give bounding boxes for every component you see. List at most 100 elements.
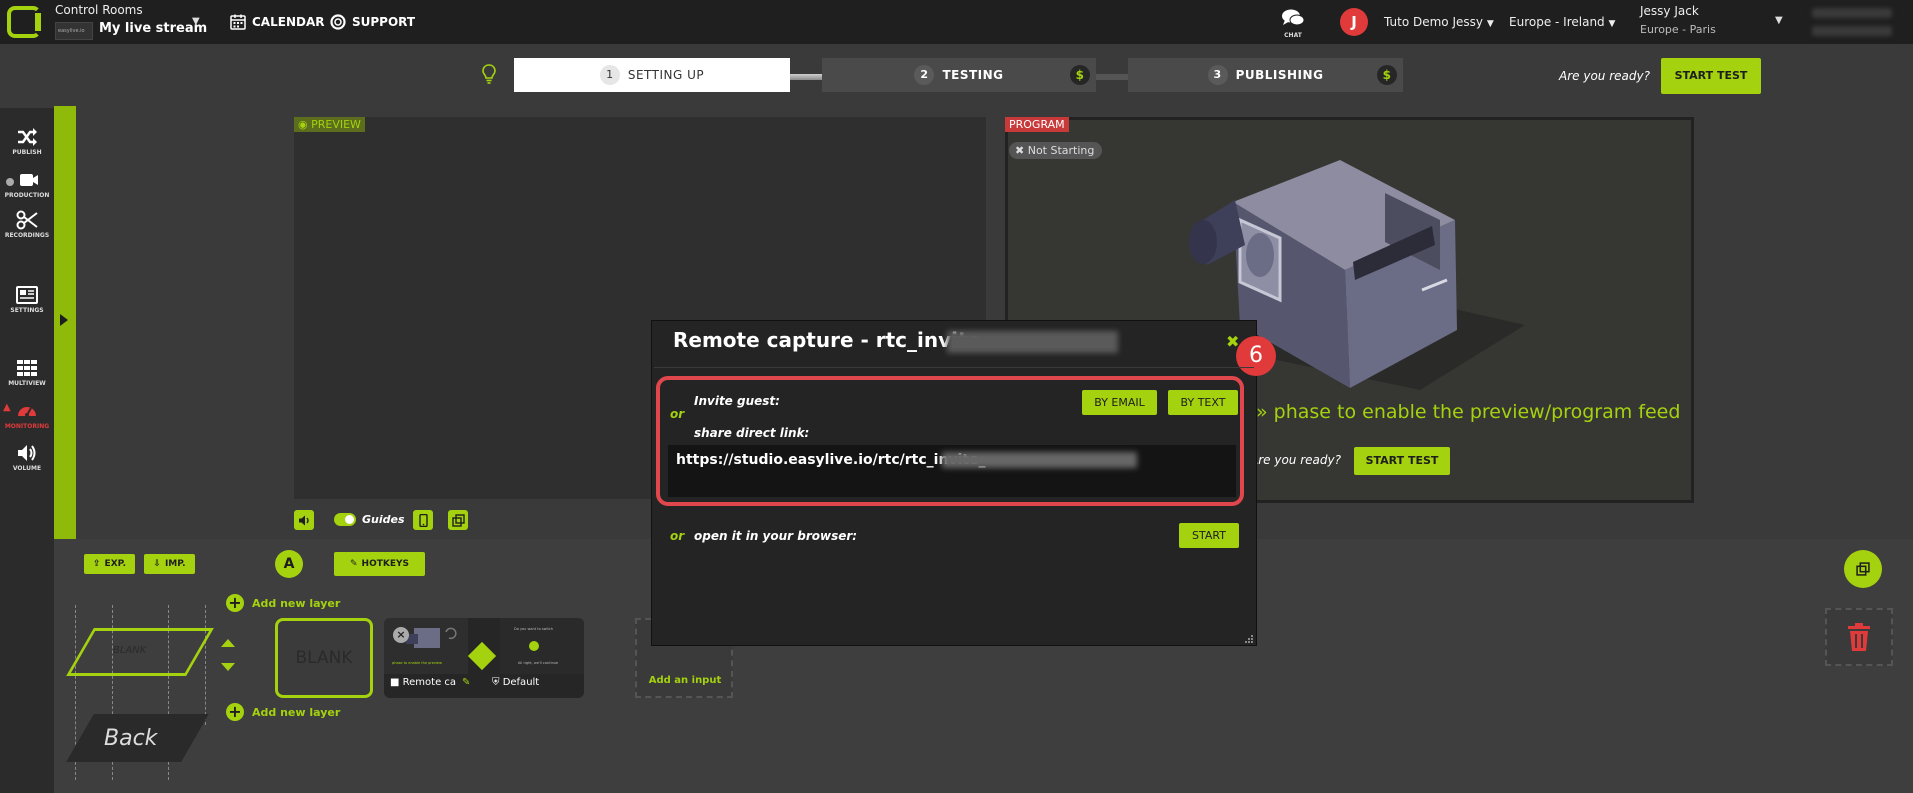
- chevron-right-icon[interactable]: [60, 314, 68, 326]
- hotkeys-button[interactable]: ✎ HOTKEYS: [334, 552, 425, 576]
- scissors-icon: [16, 210, 38, 230]
- chat-button[interactable]: CHAT: [1279, 8, 1307, 39]
- user-name[interactable]: Jessy Jack: [1640, 4, 1699, 18]
- newspaper-icon: [16, 286, 38, 304]
- layer-a-button[interactable]: A: [275, 550, 303, 578]
- popout-button[interactable]: [448, 510, 468, 530]
- dollar-icon: $: [1070, 65, 1090, 85]
- add-input-label: Add an input: [648, 675, 722, 686]
- account-selector[interactable]: Tuto Demo Jessy ▼: [1384, 15, 1494, 29]
- step-number: 2: [914, 65, 935, 85]
- invite-by-text-button[interactable]: BY TEXT: [1168, 390, 1238, 415]
- control-rooms-label: Control Rooms: [55, 3, 143, 17]
- program-start-test-button[interactable]: START TEST: [1354, 447, 1450, 475]
- modal-divider: [654, 367, 1254, 368]
- step-number: 3: [1207, 65, 1228, 85]
- start-in-browser-button[interactable]: START: [1179, 523, 1239, 548]
- mobile-view-button[interactable]: [413, 510, 433, 530]
- active-dot: [6, 178, 14, 186]
- direct-link-text[interactable]: https://studio.easylive.io/rtc/rtc_invit…: [676, 452, 986, 468]
- sidebar-item-label: PUBLISH: [12, 149, 42, 156]
- or-label: or: [670, 529, 685, 543]
- program-tag: PROGRAM: [1005, 117, 1069, 132]
- video-camera-icon: [20, 174, 38, 186]
- program-status-badge: ✖ Not Starting: [1009, 142, 1103, 159]
- speaker-icon: [18, 445, 36, 461]
- sidebar-item-publish[interactable]: PUBLISH: [0, 126, 54, 156]
- redacted-title: [947, 331, 1118, 353]
- stream-thumbnail: easylive.io: [55, 22, 93, 40]
- import-button[interactable]: ⇩ IMP.: [144, 554, 195, 574]
- chevron-down-icon[interactable]: ▼: [1775, 15, 1783, 26]
- guides-label: Guides: [362, 513, 405, 526]
- chat-icon: [1282, 9, 1305, 26]
- sidebar-item-label: RECORDINGS: [4, 232, 50, 239]
- audio-button[interactable]: [294, 510, 314, 530]
- account-label: Tuto Demo Jessy: [1384, 15, 1483, 29]
- svg-text:phase to enable the preview: phase to enable the preview: [392, 661, 442, 665]
- redacted-info: [1812, 8, 1892, 18]
- sidebar-item-label: PRODUCTION: [4, 192, 50, 199]
- move-layer-down-icon[interactable]: [221, 663, 235, 671]
- blank-source-card[interactable]: BLANK: [275, 618, 373, 698]
- pencil-icon: ✎: [350, 559, 358, 569]
- sidebar-item-monitoring[interactable]: ▲ MONITORING: [0, 400, 54, 430]
- step-publishing[interactable]: 3 PUBLISHING $: [1128, 58, 1403, 92]
- sidebar-item-recordings[interactable]: RECORDINGS: [0, 209, 54, 239]
- step-testing[interactable]: 2 TESTING $: [822, 58, 1096, 92]
- support-link[interactable]: SUPPORT: [330, 14, 415, 30]
- app-logo[interactable]: [7, 6, 41, 38]
- add-layer-top-button[interactable]: + Add new layer: [226, 594, 340, 612]
- calendar-link[interactable]: CALENDAR: [230, 14, 324, 30]
- program-status-label: Not Starting: [1027, 144, 1095, 157]
- trash-icon: [1848, 623, 1870, 651]
- popout-layers-button[interactable]: [1844, 550, 1882, 588]
- warning-icon: ▲: [3, 402, 11, 413]
- sidebar-item-volume[interactable]: VOLUME: [0, 442, 54, 472]
- avatar[interactable]: J: [1340, 8, 1368, 36]
- step-setting-up[interactable]: 1 SETTING UP: [514, 58, 790, 92]
- preview-label: PREVIEW: [311, 118, 361, 131]
- calendar-icon: [230, 14, 246, 30]
- sidebar-item-multiview[interactable]: MULTIVIEW: [0, 357, 54, 387]
- step-connector: [1096, 74, 1128, 80]
- region-selector[interactable]: Europe - Ireland ▼: [1509, 15, 1615, 29]
- export-label: EXP.: [104, 559, 126, 569]
- plus-icon: +: [226, 703, 244, 721]
- add-layer-bottom-button[interactable]: + Add new layer: [226, 703, 340, 721]
- sidebar-item-label: MULTIVIEW: [8, 380, 46, 387]
- speaker-icon: [298, 515, 309, 525]
- resize-grip-icon[interactable]: [1244, 634, 1254, 644]
- share-link-label: share direct link:: [694, 426, 810, 440]
- back-layer-label: Back: [104, 726, 158, 751]
- input-profile: ⛨ Default: [492, 677, 539, 688]
- stream-selector[interactable]: My live stream: [99, 21, 207, 36]
- remove-input-icon[interactable]: ×: [393, 627, 409, 643]
- upload-icon: ⇪: [93, 559, 101, 569]
- shuffle-icon: [18, 128, 37, 146]
- top-bar: Control Rooms easylive.io My live stream…: [0, 0, 1913, 44]
- chevron-down-icon[interactable]: ▼: [192, 16, 200, 27]
- sidebar-item-production[interactable]: PRODUCTION: [0, 169, 54, 199]
- input-name: ■ Remote cap: [390, 677, 456, 688]
- calendar-label: CALENDAR: [252, 15, 325, 29]
- redacted-info: [1812, 26, 1892, 36]
- export-button[interactable]: ⇪ EXP.: [84, 554, 135, 574]
- move-layer-up-icon[interactable]: [221, 639, 235, 647]
- step-label: PUBLISHING: [1235, 68, 1324, 82]
- trash-drop-zone[interactable]: [1825, 608, 1893, 666]
- user-timezone: Europe - Paris: [1640, 23, 1716, 36]
- lightbulb-icon[interactable]: [482, 64, 496, 84]
- invite-guest-label: Invite guest:: [694, 394, 780, 408]
- sidebar-item-label: SETTINGS: [10, 307, 44, 314]
- edit-pencil-icon[interactable]: ✎: [462, 677, 470, 688]
- dollar-icon: $: [1377, 65, 1397, 85]
- remote-capture-input-card[interactable]: phase to enable the preview Do you want …: [384, 618, 584, 698]
- invite-by-email-button[interactable]: BY EMAIL: [1082, 390, 1157, 415]
- guides-toggle[interactable]: [334, 513, 356, 526]
- sidebar-item-label: VOLUME: [12, 465, 42, 472]
- sidebar-item-settings[interactable]: SETTINGS: [0, 284, 54, 314]
- step-number: 1: [599, 65, 620, 85]
- start-test-button[interactable]: START TEST: [1661, 58, 1761, 94]
- preview-tag: ◉ PREVIEW: [294, 117, 365, 132]
